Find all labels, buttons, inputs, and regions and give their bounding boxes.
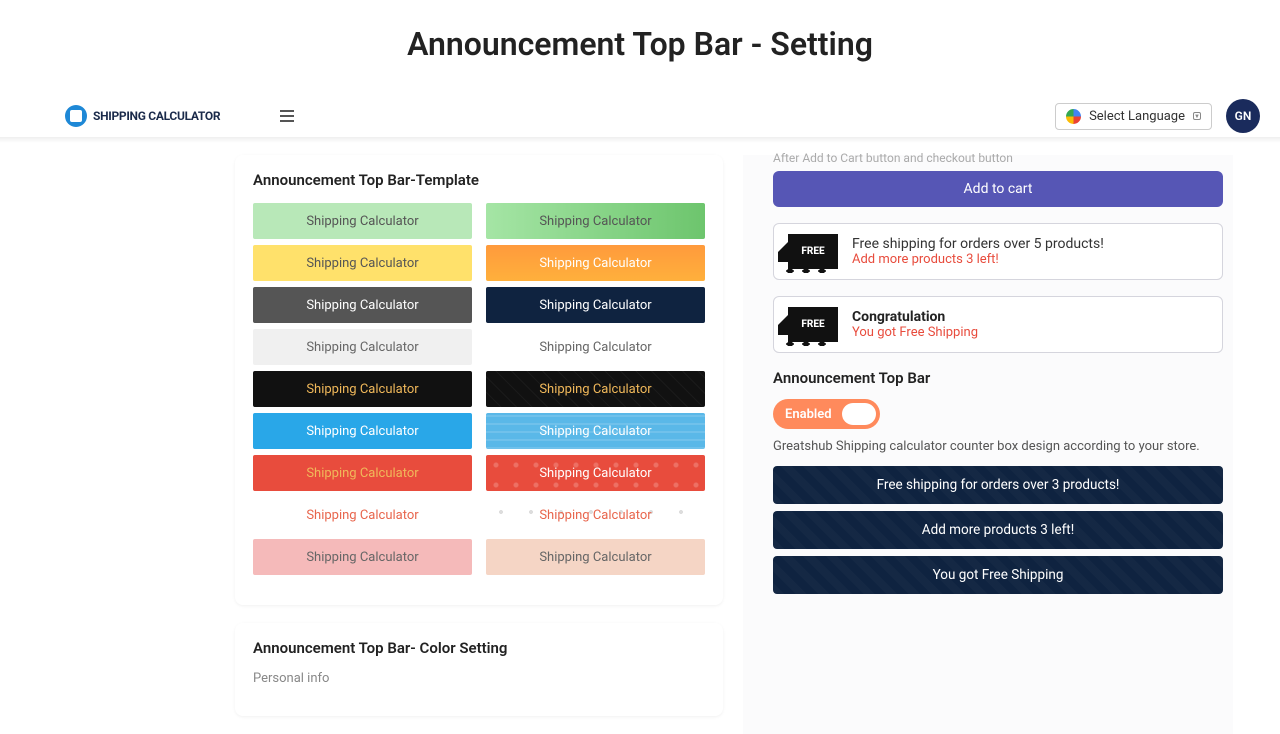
announcement-bar-1[interactable]: Free shipping for orders over 3 products… — [773, 466, 1223, 504]
template-left-2[interactable]: Shipping Calculator — [253, 287, 472, 323]
congrat-line1: Congratulation — [852, 309, 978, 325]
announcement-bar-3[interactable]: You got Free Shipping — [773, 556, 1223, 594]
free-shipping-box-1: FREE Free shipping for orders over 5 pro… — [773, 223, 1223, 280]
template-left-6[interactable]: Shipping Calculator — [253, 455, 472, 491]
template-left-5[interactable]: Shipping Calculator — [253, 413, 472, 449]
add-to-cart-button[interactable]: Add to cart — [773, 171, 1223, 207]
truck-icon: FREE — [788, 307, 838, 342]
template-right-2[interactable]: Shipping Calculator — [486, 287, 705, 323]
logo-icon — [65, 105, 87, 127]
template-left-3[interactable]: Shipping Calculator — [253, 329, 472, 365]
template-right-6[interactable]: Shipping Calculator — [486, 455, 705, 491]
template-right-5[interactable]: Shipping Calculator — [486, 413, 705, 449]
free-shipping-msg-line2: Add more products 3 left! — [852, 252, 1104, 267]
language-selector[interactable]: Select Language ▼ — [1055, 103, 1212, 130]
template-right-3[interactable]: Shipping Calculator — [486, 329, 705, 365]
announcement-section-title: Announcement Top Bar — [773, 369, 1223, 387]
template-right-4[interactable]: Shipping Calculator — [486, 371, 705, 407]
announcement-bar-2[interactable]: Add more products 3 left! — [773, 511, 1223, 549]
brand-logo[interactable]: Shipping Calculator — [65, 105, 220, 127]
topbar: Shipping Calculator Select Language ▼ GN — [0, 93, 1280, 143]
free-shipping-box-2: FREE Congratulation You got Free Shippin… — [773, 296, 1223, 353]
template-right-8[interactable]: Shipping Calculator — [486, 539, 705, 575]
template-card: Announcement Top Bar-Template Shipping C… — [235, 155, 723, 605]
template-left-4[interactable]: Shipping Calculator — [253, 371, 472, 407]
color-card: Announcement Top Bar- Color Setting Pers… — [235, 623, 723, 716]
hamburger-icon[interactable] — [280, 110, 294, 122]
brand-text: Shipping Calculator — [93, 109, 220, 123]
template-right-0[interactable]: Shipping Calculator — [486, 203, 705, 239]
template-card-title: Announcement Top Bar-Template — [253, 171, 705, 189]
toggle-knob-icon — [842, 403, 876, 425]
section-description: Greatshub Shipping calculator counter bo… — [773, 439, 1223, 454]
avatar[interactable]: GN — [1226, 99, 1260, 133]
free-shipping-msg-line1: Free shipping for orders over 5 products… — [852, 236, 1104, 252]
toggle-label: Enabled — [785, 407, 832, 422]
language-label: Select Language — [1089, 109, 1185, 124]
template-right-1[interactable]: Shipping Calculator — [486, 245, 705, 281]
truck-icon: FREE — [788, 234, 838, 269]
template-left-8[interactable]: Shipping Calculator — [253, 539, 472, 575]
color-card-title: Announcement Top Bar- Color Setting — [253, 639, 705, 657]
placement-hint: After Add to Cart button and checkout bu… — [773, 151, 1223, 165]
template-left-0[interactable]: Shipping Calculator — [253, 203, 472, 239]
color-card-subtitle: Personal info — [253, 671, 705, 686]
dropdown-arrow-icon: ▼ — [1193, 112, 1201, 120]
enabled-toggle[interactable]: Enabled — [773, 399, 880, 429]
google-icon — [1066, 109, 1081, 124]
congrat-line2: You got Free Shipping — [852, 325, 978, 340]
template-right-7[interactable]: Shipping Calculator — [486, 497, 705, 533]
page-title: Announcement Top Bar - Setting — [0, 0, 1280, 93]
template-left-7[interactable]: Shipping Calculator — [253, 497, 472, 533]
template-left-1[interactable]: Shipping Calculator — [253, 245, 472, 281]
